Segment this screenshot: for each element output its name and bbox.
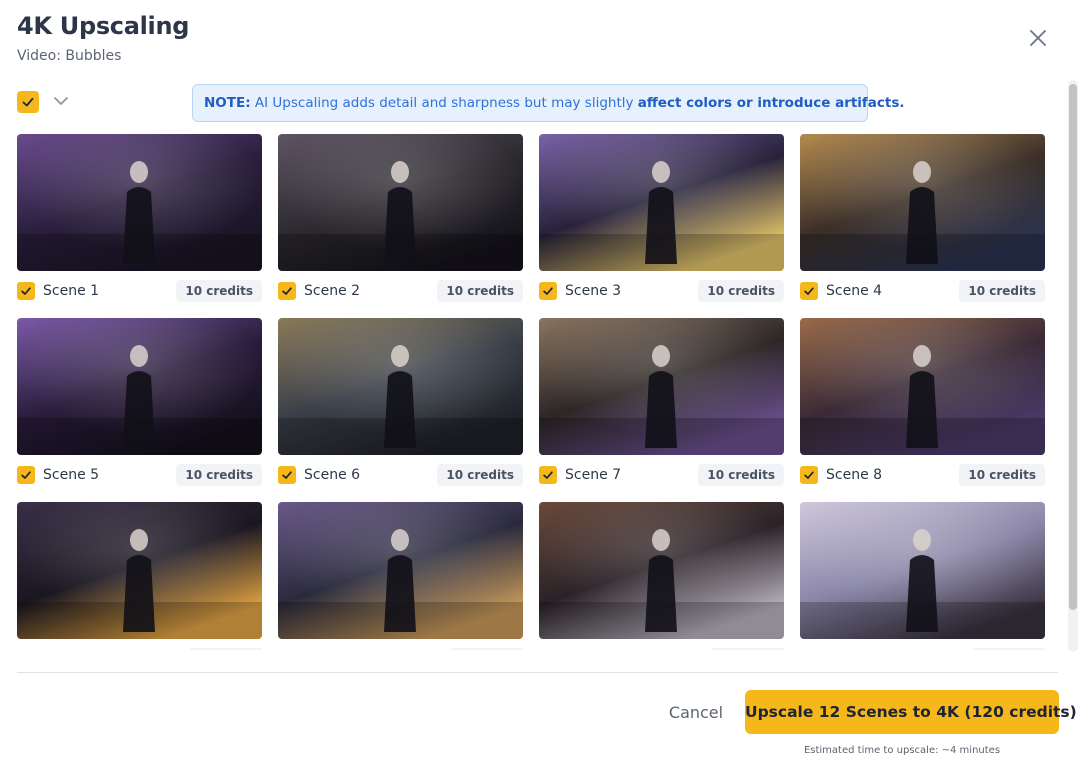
scene-meta-row: Scene 1 10 credits [17,280,262,304]
scene-checkbox[interactable] [17,282,35,300]
check-icon [282,287,292,295]
scene-checkbox[interactable] [539,466,557,484]
scene-credits-badge [973,648,1045,650]
scene-card[interactable]: Scene 5 10 credits [17,318,262,486]
scene-thumbnail[interactable] [278,318,523,455]
scrollbar[interactable] [1068,80,1078,652]
scene-meta-row: Scene 2 10 credits [278,280,523,304]
upscale-button[interactable]: Upscale 12 Scenes to 4K (120 credits) [745,690,1077,734]
check-icon [21,471,31,479]
scene-checkbox[interactable] [800,282,818,300]
check-icon [282,471,292,479]
scene-meta-row [17,648,262,650]
select-options-toggle[interactable] [52,92,70,110]
check-icon [22,97,34,107]
scene-meta-row [278,648,523,650]
scene-thumbnail[interactable] [539,318,784,455]
note-prefix: NOTE: [204,95,251,111]
scene-grid: Scene 1 10 credits Scene 2 10 credits Scene … [0,130,1066,650]
scene-thumbnail[interactable] [278,134,523,271]
scene-meta-row: Scene 5 10 credits [17,464,262,488]
scene-card[interactable]: Scene 4 10 credits [800,134,1045,302]
scene-label: Scene 4 [826,283,883,299]
scene-thumbnail[interactable] [17,134,262,271]
cancel-button[interactable]: Cancel [656,699,736,727]
scene-label: Scene 3 [565,283,622,299]
scene-label: Scene 5 [43,467,100,483]
upscale-note: NOTE: AI Upscaling adds detail and sharp… [192,84,905,122]
scene-card[interactable]: Scene 6 10 credits [278,318,523,486]
scene-meta-row: Scene 4 10 credits [800,280,1045,304]
select-all-checkbox[interactable] [17,91,39,113]
scene-credits-badge: 10 credits [176,464,262,486]
estimated-time: Estimated time to upscale: ~4 minutes [803,745,1001,756]
scene-thumbnail[interactable] [539,502,784,639]
scene-checkbox[interactable] [539,282,557,300]
scene-checkbox[interactable] [278,466,296,484]
scene-credits-badge [451,648,523,650]
scene-label: Scene 7 [565,467,622,483]
scene-label: Scene 6 [304,467,361,483]
check-icon [804,471,814,479]
scene-card[interactable] [17,502,262,650]
scene-thumbnail[interactable] [539,134,784,271]
scene-credits-badge [712,648,784,650]
dialog-subtitle: Video: Bubbles [17,48,122,64]
scene-card[interactable]: Scene 8 10 credits [800,318,1045,486]
scene-credits-badge: 10 credits [176,280,262,302]
check-icon [21,287,31,295]
scene-card[interactable]: Scene 2 10 credits [278,134,523,302]
scene-credits-badge: 10 credits [437,280,523,302]
scene-card[interactable]: Scene 3 10 credits [539,134,784,302]
scene-label: Scene 2 [304,283,361,299]
scene-meta-row: Scene 3 10 credits [539,280,784,304]
scene-credits-badge: 10 credits [698,464,784,486]
footer-divider [17,672,1058,673]
note-emphasis: affect colors or introduce artifacts. [637,95,905,111]
scene-meta-row: Scene 6 10 credits [278,464,523,488]
scene-credits-badge [190,648,262,650]
scene-thumbnail[interactable] [800,318,1045,455]
scene-thumbnail[interactable] [278,502,523,639]
scene-card[interactable]: Scene 1 10 credits [17,134,262,302]
scrollbar-thumb[interactable] [1069,84,1077,610]
scene-card[interactable] [539,502,784,650]
scene-checkbox[interactable] [278,282,296,300]
check-icon [804,287,814,295]
scene-meta-row [800,648,1045,650]
scene-card[interactable]: Scene 7 10 credits [539,318,784,486]
check-icon [543,287,553,295]
scene-thumbnail[interactable] [800,134,1045,271]
scene-credits-badge: 10 credits [437,464,523,486]
scene-credits-badge: 10 credits [698,280,784,302]
scene-meta-row: Scene 7 10 credits [539,464,784,488]
chevron-down-icon [54,97,68,105]
check-icon [543,471,553,479]
scene-thumbnail[interactable] [17,318,262,455]
scene-label: Scene 1 [43,283,100,299]
scene-credits-badge: 10 credits [959,280,1045,302]
scene-card[interactable] [278,502,523,650]
scene-meta-row [539,648,784,650]
close-button[interactable] [1026,26,1050,50]
close-icon [1030,30,1046,46]
scene-checkbox[interactable] [17,466,35,484]
scene-thumbnail[interactable] [800,502,1045,639]
scene-meta-row: Scene 8 10 credits [800,464,1045,488]
note-text: AI Upscaling adds detail and sharpness b… [250,95,638,111]
scene-card[interactable] [800,502,1045,650]
scene-checkbox[interactable] [800,466,818,484]
scene-credits-badge: 10 credits [959,464,1045,486]
scene-label: Scene 8 [826,467,883,483]
dialog-title: 4K Upscaling [17,12,190,40]
upscale-dialog: 4K Upscaling Video: Bubbles NOTE: AI Ups… [0,0,1082,768]
scene-thumbnail[interactable] [17,502,262,639]
